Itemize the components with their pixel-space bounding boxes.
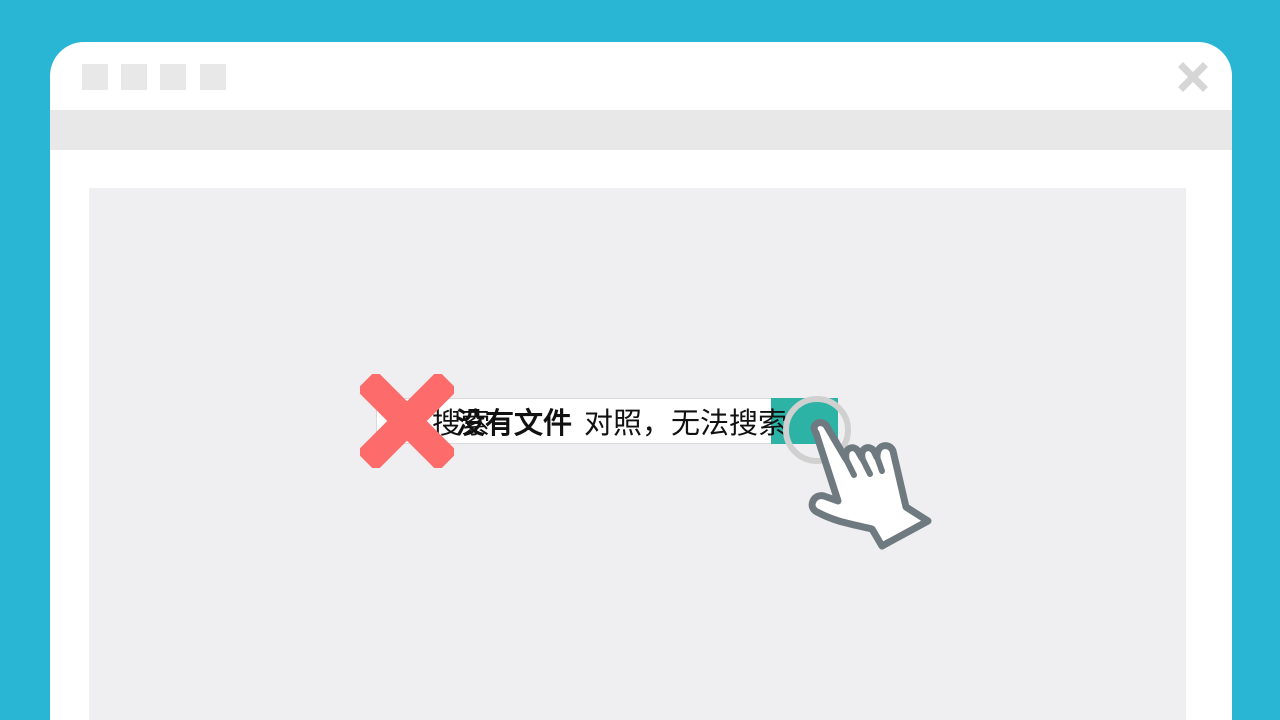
address-bar[interactable] <box>50 110 1232 150</box>
titlebar <box>50 42 1232 110</box>
close-icon[interactable] <box>1178 62 1208 92</box>
browser-window <box>50 42 1232 720</box>
search-text-fragment-3: 对照，无法搜索 <box>584 406 788 440</box>
window-button-2[interactable] <box>121 64 147 90</box>
window-button-3[interactable] <box>160 64 186 90</box>
page-content <box>89 188 1186 720</box>
window-button-1[interactable] <box>82 64 108 90</box>
red-x-icon <box>360 374 454 468</box>
hand-pointer-icon <box>783 396 932 550</box>
window-button-4[interactable] <box>200 64 226 90</box>
search-text-fragment-2: 没有文件 <box>456 406 573 440</box>
